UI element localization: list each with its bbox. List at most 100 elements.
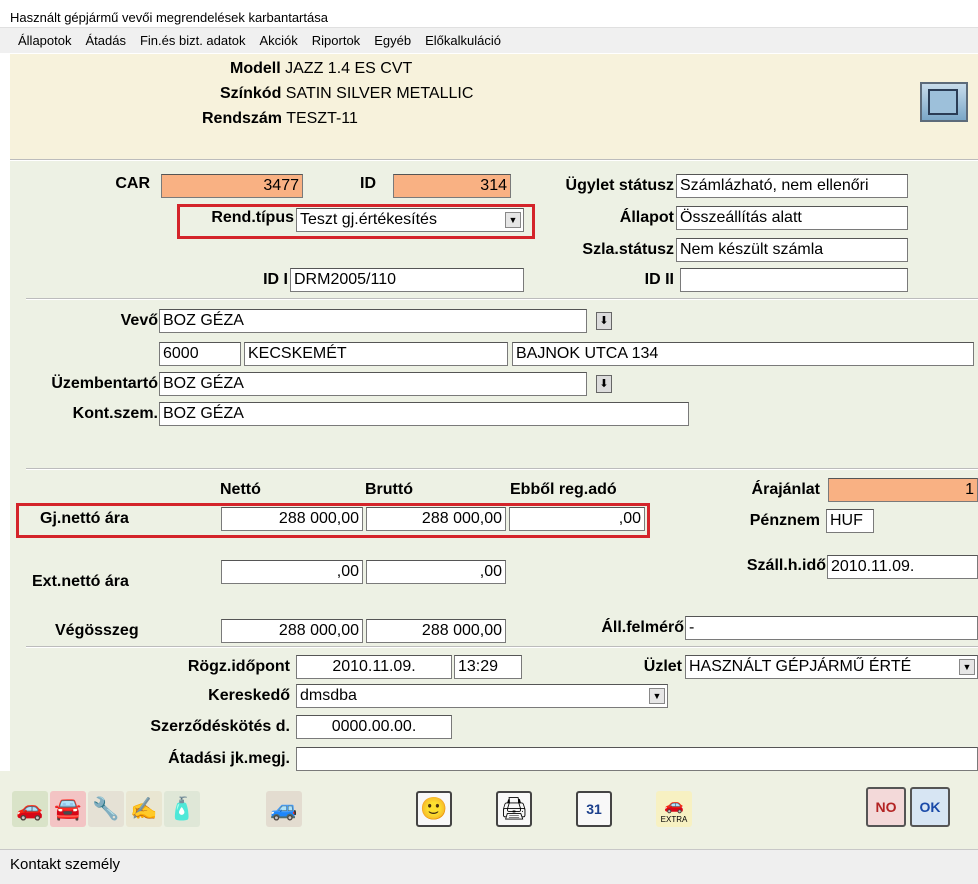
uzembentarto-field[interactable]: BOZ GÉZA: [159, 372, 587, 396]
menu-fin-bizt[interactable]: Fin.és bizt. adatok: [132, 28, 252, 52]
gj-brutto-field[interactable]: 288 000,00: [366, 507, 506, 531]
modell-row: Modell JAZZ 1.4 ES CVT: [230, 60, 412, 78]
all-felmero-field[interactable]: -: [685, 616, 978, 640]
id1-label: ID I: [263, 271, 288, 288]
divider: [26, 646, 978, 648]
ebbol-header: Ebből reg.adó: [510, 481, 617, 498]
szinkod-row: Színkód SATIN SILVER METALLIC: [220, 85, 473, 103]
szall-field[interactable]: 2010.11.09.: [827, 555, 978, 579]
uzlet-select[interactable]: HASZNÁLT GÉPJÁRMŰ ÉRTÉ ▼: [685, 655, 978, 679]
order-form: CAR 3477 ID 314 Ügylet státusz Számlázha…: [10, 161, 978, 771]
kereskedo-select[interactable]: dmsdba ▼: [296, 684, 668, 708]
uzembentarto-label: Üzembentartó: [51, 375, 158, 392]
menu-atadas[interactable]: Átadás: [77, 28, 131, 52]
zip-field[interactable]: 6000: [159, 342, 241, 366]
arajanlat-field[interactable]: 1: [828, 478, 978, 502]
szinkod-label: Színkód: [220, 85, 282, 102]
netto-header: Nettó: [220, 481, 261, 498]
kereskedo-value: dmsdba: [300, 687, 357, 704]
rogz-time-field[interactable]: 13:29: [454, 655, 522, 679]
uzlet-value: HASZNÁLT GÉPJÁRMŰ ÉRTÉ: [689, 658, 912, 675]
rogz-date-field[interactable]: 2010.11.09.: [296, 655, 452, 679]
gj-ebbol-field[interactable]: ,00: [509, 507, 645, 531]
arajanlat-label: Árajánlat: [751, 481, 820, 498]
arrow-down-icon[interactable]: ⬇: [596, 375, 612, 393]
spray-icon[interactable]: 🧴: [164, 791, 200, 827]
menu-egyeb[interactable]: Egyéb: [366, 28, 417, 52]
vehicle-header: Modell JAZZ 1.4 ES CVT Színkód SATIN SIL…: [10, 54, 978, 160]
id2-label: ID II: [644, 271, 674, 288]
vegosszeg-netto-field: 288 000,00: [221, 619, 363, 643]
menu-elokalkulacio[interactable]: Előkalkuláció: [417, 28, 507, 52]
calendar-icon[interactable]: 31: [576, 791, 612, 827]
menu-akciok[interactable]: Akciók: [251, 28, 303, 52]
id2-field[interactable]: [680, 268, 908, 292]
print-icon[interactable]: 🖨: [496, 791, 532, 827]
vegosszeg-label: Végösszeg: [55, 622, 139, 639]
gj-netto-field[interactable]: 288 000,00: [221, 507, 363, 531]
id-label: ID: [360, 175, 376, 192]
szinkod-value: SATIN SILVER METALLIC: [285, 85, 474, 102]
tools-icon[interactable]: 🔧: [88, 791, 124, 827]
allapot-label: Állapot: [619, 209, 674, 226]
ugylet-status-label: Ügylet státusz: [565, 177, 674, 194]
rogz-idopont-label: Rögz.időpont: [187, 658, 290, 675]
city-field[interactable]: KECSKEMÉT: [244, 342, 508, 366]
penznem-label: Pénznem: [749, 512, 820, 529]
kereskedo-label: Kereskedő: [208, 687, 290, 704]
id-field[interactable]: 314: [393, 174, 511, 198]
gj-netto-label: Gj.nettó ára: [40, 510, 129, 527]
edit-icon: [928, 89, 958, 115]
window-title: Használt gépjármű vevői megrendelések ka…: [0, 0, 978, 26]
face-icon[interactable]: 🙂: [416, 791, 452, 827]
szerzodeskotes-label: Szerződéskötés d.: [150, 718, 290, 735]
modell-value: JAZZ 1.4 ES CVT: [285, 60, 413, 77]
cancel-button[interactable]: NO: [866, 787, 906, 827]
car-icon: 🚗: [664, 796, 684, 814]
extra-label: EXTRA: [660, 814, 688, 824]
uzlet-label: Üzlet: [643, 658, 682, 675]
szerzodeskotes-field[interactable]: 0000.00.00.: [296, 715, 452, 739]
atadasi-jk-label: Átadási jk.megj.: [168, 750, 290, 767]
ext-netto-field[interactable]: ,00: [221, 560, 363, 584]
rendtipus-label: Rend.típus: [211, 209, 294, 226]
car-document-icon[interactable]: 🚙: [266, 791, 302, 827]
divider: [26, 298, 978, 300]
menu-riportok[interactable]: Riportok: [304, 28, 366, 52]
ugylet-status-field[interactable]: Számlázható, nem ellenőri: [676, 174, 908, 198]
chevron-down-icon[interactable]: ▼: [959, 659, 975, 675]
rendtipus-select[interactable]: Teszt gj.értékesítés ▼: [296, 208, 524, 232]
sign-icon[interactable]: ✍: [126, 791, 162, 827]
street-field[interactable]: BAJNOK UTCA 134: [512, 342, 974, 366]
vegosszeg-brutto-field: 288 000,00: [366, 619, 506, 643]
atadasi-jk-field[interactable]: [296, 747, 978, 771]
rendtipus-value: Teszt gj.értékesítés: [300, 211, 437, 228]
ext-brutto-field[interactable]: ,00: [366, 560, 506, 584]
modell-label: Modell: [230, 60, 281, 77]
kont-szem-label: Kont.szem.: [72, 405, 158, 422]
vevo-label: Vevő: [120, 312, 158, 329]
extra-car-icon[interactable]: 🚗 EXTRA: [656, 791, 692, 827]
szla-status-field[interactable]: Nem készült számla: [676, 238, 908, 262]
penznem-field[interactable]: HUF: [826, 509, 874, 533]
brutto-header: Bruttó: [365, 481, 413, 498]
kont-szem-field[interactable]: BOZ GÉZA: [159, 402, 689, 426]
cars-icon[interactable]: 🚗: [12, 791, 48, 827]
menu-allapotok[interactable]: Állapotok: [10, 28, 77, 52]
ok-button[interactable]: OK: [910, 787, 950, 827]
vevo-field[interactable]: BOZ GÉZA: [159, 309, 587, 333]
car-field[interactable]: 3477: [161, 174, 303, 198]
allapot-field[interactable]: Összeállítás alatt: [676, 206, 908, 230]
chevron-down-icon[interactable]: ▼: [505, 212, 521, 228]
szall-label: Száll.h.idő: [746, 557, 826, 574]
id1-field[interactable]: DRM2005/110: [290, 268, 524, 292]
all-felmero-label: Áll.felmérő: [601, 619, 684, 636]
szla-status-label: Szla.státusz: [582, 241, 674, 258]
red-car-icon[interactable]: 🚘: [50, 791, 86, 827]
chevron-down-icon[interactable]: ▼: [649, 688, 665, 704]
arrow-down-icon[interactable]: ⬇: [596, 312, 612, 330]
car-label: CAR: [115, 175, 150, 192]
edit-button[interactable]: [920, 82, 968, 122]
bottom-toolbar: 🚗 🚘 🔧 ✍ 🧴 🚙 🙂 🖨 31 🚗 EXTRA NO OK: [0, 771, 978, 849]
status-bar: Kontakt személy: [0, 849, 978, 884]
